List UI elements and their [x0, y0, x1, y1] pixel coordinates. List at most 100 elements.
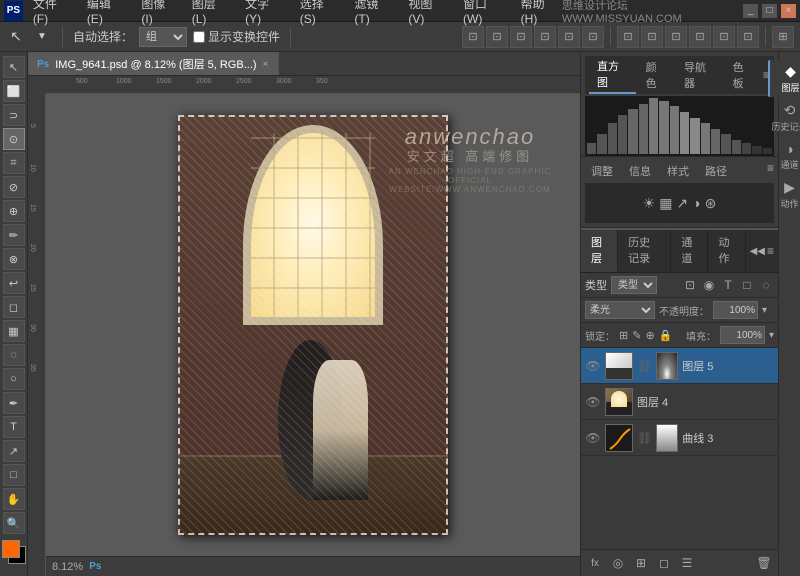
foreground-color-swatch[interactable] [2, 540, 20, 558]
filter-adjust-icon[interactable]: ◉ [701, 278, 717, 292]
tab-paths[interactable]: 路径 [699, 161, 733, 181]
tool-option-icon[interactable]: ▼ [32, 27, 52, 47]
show-transform-checkbox[interactable]: 显示变换控件 [193, 28, 280, 45]
gradient-tool[interactable]: ▦ [3, 320, 25, 342]
distribute-center-v-icon[interactable]: ⊡ [713, 26, 735, 48]
layers-tab-channels[interactable]: 通道 [671, 230, 708, 272]
tab-info[interactable]: 信息 [623, 161, 657, 181]
tab-styles[interactable]: 样式 [661, 161, 695, 181]
panel-channels-icon[interactable]: ◑ 通道 [768, 138, 800, 174]
maximize-button[interactable]: □ [762, 4, 777, 18]
adjust-brightness-icon[interactable]: ☀ [643, 195, 656, 212]
adjust-saturation-icon[interactable]: ◑ [692, 195, 700, 212]
lasso-tool[interactable]: ⊃ [3, 104, 25, 126]
adjust-curves-icon[interactable]: ↗ [676, 195, 688, 212]
move-tool[interactable]: ↖ [3, 56, 25, 78]
create-group-icon[interactable]: ⊞ [631, 553, 651, 573]
history-brush-tool[interactable]: ↩ [3, 272, 25, 294]
shape-tool[interactable]: □ [3, 464, 25, 486]
fill-expand-icon[interactable]: ▾ [769, 330, 774, 341]
tab-navigator[interactable]: 导航器 [676, 57, 723, 93]
crop-tool[interactable]: ⌗ [3, 152, 25, 174]
move-tool-icon[interactable]: ↖ [6, 27, 26, 47]
quick-select-tool[interactable]: ⊙ [3, 128, 25, 150]
tab-color[interactable]: 颜色 [638, 57, 674, 93]
opacity-input[interactable] [713, 301, 758, 319]
layer-item-5[interactable]: 👁 ⛓ 图层 5 [581, 348, 778, 384]
panel-layers-icon[interactable]: ◆ 图层 [768, 60, 800, 97]
dodge-tool[interactable]: ○ [3, 368, 25, 390]
align-left-icon[interactable]: ⊡ [462, 26, 484, 48]
menu-window[interactable]: 窗口(W) [459, 0, 507, 28]
tab-swatches[interactable]: 色板 [725, 57, 761, 93]
add-link-icon[interactable]: fx [585, 553, 605, 573]
panel-history-icon[interactable]: ⟲ 历史记录 [768, 99, 800, 136]
delete-layer-icon[interactable]: 🗑 [754, 553, 774, 573]
tab-adjustments[interactable]: 调整 [585, 161, 619, 181]
brush-tool[interactable]: ✏ [3, 224, 25, 246]
adjust-layer-icon[interactable]: ☰ [677, 553, 697, 573]
zoom-tool[interactable]: 🔍 [3, 512, 25, 534]
pen-tool[interactable]: ✒ [3, 392, 25, 414]
auto-select-dropdown[interactable]: 组 图层 [139, 27, 187, 47]
canvas-content[interactable]: anwenchao 安文超 高端修图 AN WENCHAO HIGH-END G… [46, 94, 580, 556]
blur-tool[interactable]: ◌ [3, 344, 25, 366]
layer-item-curves-3[interactable]: 👁 ⛓ 曲线 3 [581, 420, 778, 456]
rectangular-marquee-tool[interactable]: ⬜ [3, 80, 25, 102]
add-mask-icon[interactable]: ◎ [608, 553, 628, 573]
lock-position-icon[interactable]: ⊕ [645, 329, 654, 342]
layer-5-visibility-icon[interactable]: 👁 [585, 359, 601, 373]
path-selection-tool[interactable]: ↗ [3, 440, 25, 462]
create-layer-icon[interactable]: ◻ [654, 553, 674, 573]
layers-tab-history[interactable]: 历史记录 [618, 230, 671, 272]
healing-brush-tool[interactable]: ⊕ [3, 200, 25, 222]
close-button[interactable]: × [781, 4, 796, 18]
document-tab[interactable]: Ps IMG_9641.psd @ 8.12% (图层 5, RGB...) × [28, 52, 279, 75]
menu-file[interactable]: 文件(F) [29, 0, 73, 28]
adjust-levels-icon[interactable]: ▦ [659, 195, 672, 212]
layers-collapse-icon[interactable]: ◀◀ [750, 246, 765, 257]
menu-edit[interactable]: 编辑(E) [83, 0, 128, 28]
doc-tab-close-button[interactable]: × [263, 59, 269, 70]
align-center-h-icon[interactable]: ⊡ [558, 26, 580, 48]
distribute-top-icon[interactable]: ⊡ [689, 26, 711, 48]
photo-canvas[interactable] [178, 115, 448, 535]
filter-pixel-icon[interactable]: ⊡ [682, 278, 698, 292]
menu-image[interactable]: 图像(I) [137, 0, 177, 28]
clone-stamp-tool[interactable]: ⊗ [3, 248, 25, 270]
tab-histogram[interactable]: 直方图 [589, 56, 636, 94]
blend-mode-dropdown[interactable]: 柔光 正常 叠加 滤色 [585, 301, 655, 319]
align-center-v-icon[interactable]: ⊡ [486, 26, 508, 48]
align-right-icon[interactable]: ⊡ [510, 26, 532, 48]
menu-text[interactable]: 文字(Y) [241, 0, 286, 28]
menu-help[interactable]: 帮助(H) [517, 0, 562, 28]
menu-filter[interactable]: 滤镜(T) [350, 0, 394, 28]
align-bottom-icon[interactable]: ⊡ [582, 26, 604, 48]
distribute-right-icon[interactable]: ⊡ [665, 26, 687, 48]
layer-item-4[interactable]: 👁 图层 4 [581, 384, 778, 420]
layers-tab-layers[interactable]: 图层 [581, 230, 618, 272]
lock-all-icon[interactable]: 🔒 [659, 329, 673, 342]
lock-transparent-icon[interactable]: ⊞ [619, 329, 628, 342]
panel-actions-icon[interactable]: ▶ 动作 [768, 176, 800, 213]
menu-layer[interactable]: 图层(L) [188, 0, 231, 28]
filter-smart-icon[interactable]: ◌ [758, 278, 774, 292]
arrange-icon[interactable]: ⊞ [772, 26, 794, 48]
minimize-button[interactable]: _ [743, 4, 758, 18]
distribute-bottom-icon[interactable]: ⊡ [737, 26, 759, 48]
lock-pixels-icon[interactable]: ✎ [632, 329, 641, 342]
opacity-expand-icon[interactable]: ▾ [762, 305, 767, 316]
curves-3-visibility-icon[interactable]: 👁 [585, 431, 601, 445]
adjust-color-balance-icon[interactable]: ⊛ [705, 195, 717, 212]
eyedropper-tool[interactable]: ⊘ [3, 176, 25, 198]
hand-tool[interactable]: ✋ [3, 488, 25, 510]
fill-input[interactable] [720, 326, 765, 344]
distribute-center-h-icon[interactable]: ⊡ [641, 26, 663, 48]
align-top-icon[interactable]: ⊡ [534, 26, 556, 48]
filter-type-dropdown[interactable]: 类型 [611, 276, 657, 294]
filter-type-icon[interactable]: T [720, 278, 736, 292]
show-transform-check[interactable] [193, 31, 205, 43]
menu-view[interactable]: 视图(V) [404, 0, 449, 28]
layer-4-visibility-icon[interactable]: 👁 [585, 395, 601, 409]
layers-menu-icon[interactable]: ≡ [767, 244, 774, 258]
